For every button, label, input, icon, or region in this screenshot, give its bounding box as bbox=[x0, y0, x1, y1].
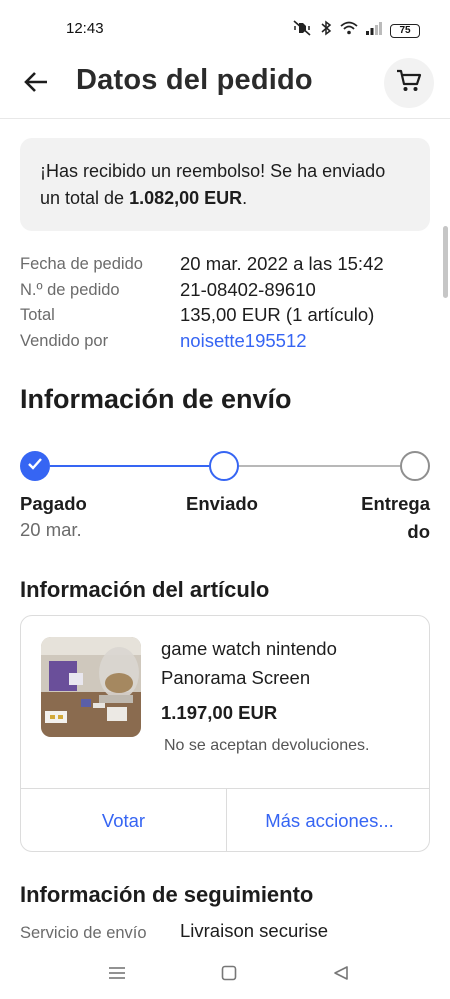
page-title: Datos del pedido bbox=[76, 64, 313, 96]
item-returns-policy: No se aceptan devoluciones. bbox=[164, 737, 370, 754]
seller-link[interactable]: noisette195512 bbox=[180, 330, 307, 352]
tracking-service-value: Livraison securise bbox=[180, 920, 329, 941]
order-number-value: 21-08402-89610 bbox=[180, 278, 316, 300]
seller-row: Vendido por noisette195512 bbox=[20, 330, 440, 356]
app-header: Datos del pedido bbox=[0, 56, 450, 114]
order-total-label: Total bbox=[20, 306, 55, 324]
order-date-value: 20 mar. 2022 a las 15:42 bbox=[180, 253, 384, 274]
item-name[interactable]: game watch nintendo Panorama Screen bbox=[161, 634, 411, 692]
order-total-row: Total 135,00 EUR (1 artículo) bbox=[20, 304, 440, 330]
vote-button[interactable]: Votar bbox=[21, 789, 226, 851]
scrollbar-thumb[interactable] bbox=[443, 226, 448, 298]
step-delivered-dot bbox=[400, 451, 430, 481]
square-icon bbox=[221, 965, 237, 986]
system-nav-bar bbox=[0, 950, 450, 999]
cart-button[interactable] bbox=[384, 58, 434, 108]
step-paid-dot bbox=[20, 451, 50, 481]
refund-suffix: . bbox=[242, 188, 248, 208]
item-section-title: Información del artículo bbox=[20, 577, 270, 602]
more-actions-button[interactable]: Más acciones... bbox=[227, 789, 429, 851]
arrow-left-icon bbox=[23, 71, 49, 98]
order-date-row: Fecha de pedido 20 mar. 2022 a las 15:42 bbox=[20, 253, 440, 279]
shipping-progress bbox=[20, 450, 430, 486]
shipping-section-title: Información de envío bbox=[20, 384, 292, 414]
item-image[interactable] bbox=[41, 637, 141, 737]
step-shipped-label: Enviado bbox=[186, 493, 258, 514]
triangle-back-icon bbox=[333, 965, 349, 986]
tracking-service-label: Servicio de envío bbox=[20, 924, 147, 942]
signal-icon bbox=[366, 21, 382, 40]
step-paid-label: Pagado bbox=[20, 493, 87, 514]
system-back-button[interactable] bbox=[328, 962, 354, 988]
progress-line-pending bbox=[239, 465, 400, 467]
mute-vibrate-icon bbox=[292, 20, 312, 41]
order-details: Fecha de pedido 20 mar. 2022 a las 15:42… bbox=[20, 253, 440, 355]
status-icons: 75 bbox=[292, 20, 420, 41]
home-button[interactable] bbox=[216, 962, 242, 988]
item-price: 1.197,00 EUR bbox=[161, 702, 278, 723]
battery-icon: 75 bbox=[390, 23, 420, 38]
order-number-row: N.º de pedido 21-08402-89610 bbox=[20, 279, 440, 305]
order-date-label: Fecha de pedido bbox=[20, 255, 143, 273]
tracking-service-row: Servicio de envío Livraison securise bbox=[20, 920, 440, 948]
refund-message: ¡Has recibido un reembolso! Se ha enviad… bbox=[40, 158, 410, 212]
shopping-cart-icon bbox=[396, 69, 422, 98]
seller-label: Vendido por bbox=[20, 331, 109, 350]
back-button[interactable] bbox=[18, 66, 54, 102]
order-number-label: N.º de pedido bbox=[20, 280, 120, 299]
header-divider bbox=[0, 118, 450, 119]
step-paid-date: 20 mar. bbox=[20, 519, 82, 540]
tracking-section-title: Información de seguimiento bbox=[20, 882, 314, 907]
menu-icon bbox=[108, 966, 126, 985]
refund-notice: ¡Has recibido un reembolso! Se ha enviad… bbox=[20, 138, 430, 231]
order-total-value: 135,00 EUR (1 artículo) bbox=[180, 304, 375, 325]
wifi-icon bbox=[340, 21, 358, 40]
status-bar: 12:43 75 bbox=[0, 0, 450, 56]
recent-apps-button[interactable] bbox=[104, 962, 130, 988]
status-time: 12:43 bbox=[66, 20, 104, 37]
bluetooth-icon bbox=[320, 20, 332, 41]
checkmark-icon bbox=[27, 457, 43, 475]
refund-amount: 1.082,00 EUR bbox=[129, 188, 243, 208]
step-shipped-dot bbox=[209, 451, 239, 481]
progress-line-complete bbox=[50, 465, 209, 467]
step-delivered-label: Entrega do bbox=[361, 493, 430, 542]
item-card: game watch nintendo Panorama Screen 1.19… bbox=[20, 615, 430, 852]
